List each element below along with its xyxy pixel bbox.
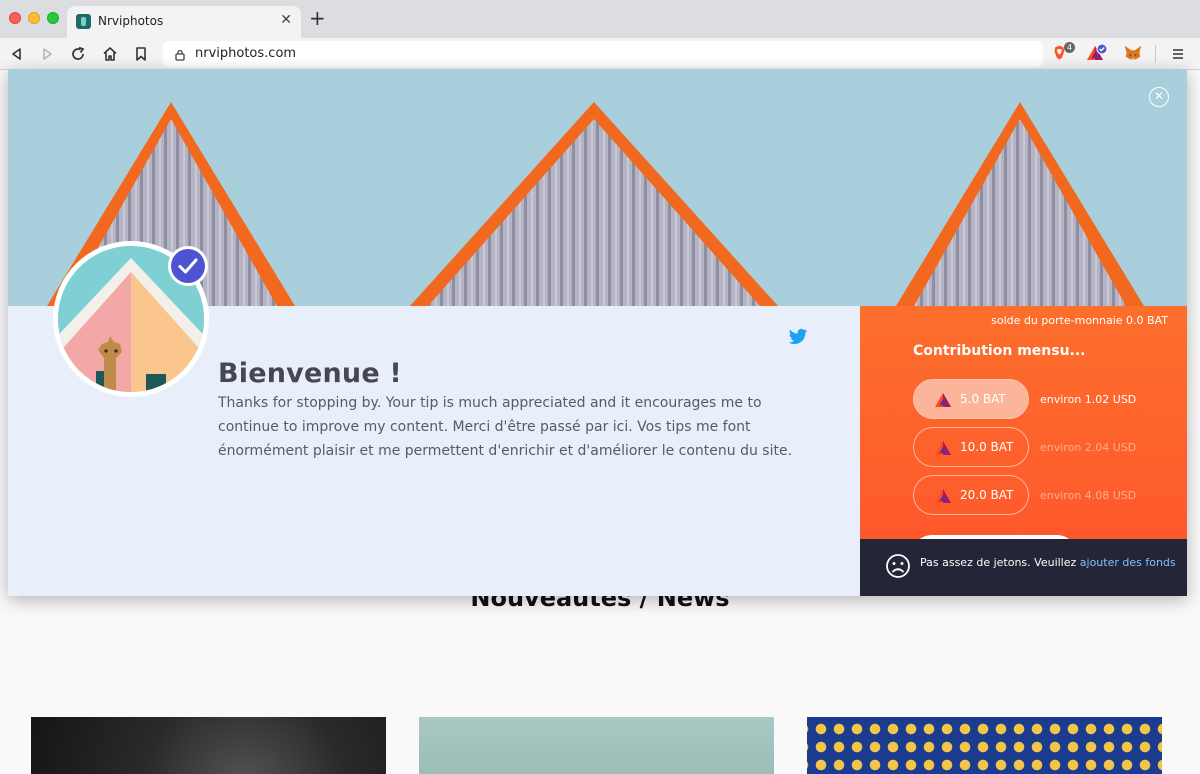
browser-toolbar: nrviphotos.com 4	[0, 38, 1200, 70]
address-bar[interactable]: nrviphotos.com	[163, 41, 1043, 67]
tip-amount-usd: environ 4.08 USD	[1040, 489, 1137, 502]
tip-amount-label: 10.0 BAT	[960, 440, 1014, 454]
monthly-contribution-title[interactable]: Contribution mensu...	[913, 343, 1086, 359]
brave-shield-count: 4	[1064, 42, 1076, 53]
bat-logo-icon	[934, 488, 952, 504]
verified-check-icon	[168, 246, 208, 286]
frown-icon	[885, 553, 911, 579]
notice-message: Pas assez de jetons. Veuillez	[920, 556, 1080, 569]
insufficient-funds-notice: Pas assez de jetons. Veuillez ajouter de…	[860, 539, 1187, 596]
tab-strip: Nrviphotos ✕ +	[0, 0, 1200, 38]
tip-amount-button[interactable]: 5.0 BAT	[913, 379, 1029, 419]
brave-rewards-icon[interactable]	[1086, 43, 1108, 65]
tab-close-icon[interactable]: ✕	[280, 12, 292, 28]
new-tab-button[interactable]: +	[309, 8, 326, 28]
window-close-button[interactable]	[9, 12, 21, 24]
creator-message: Thanks for stopping by. Your tip is much…	[218, 395, 793, 459]
tab-title: Nrviphotos	[98, 14, 164, 28]
forward-icon[interactable]	[37, 44, 57, 64]
tip-amount-button[interactable]: 20.0 BAT	[913, 475, 1029, 515]
window-zoom-button[interactable]	[47, 12, 59, 24]
bat-logo-icon	[934, 392, 952, 408]
tip-modal: ✕ Bienvenue ! Thanks for stopping by. Yo…	[8, 69, 1187, 596]
url-text: nrviphotos.com	[195, 46, 297, 61]
tip-amount-usd: environ 1.02 USD	[1040, 393, 1137, 406]
news-thumbnail[interactable]	[419, 717, 774, 774]
close-icon[interactable]: ✕	[1149, 87, 1169, 107]
site-favicon-icon	[76, 14, 91, 29]
browser-tab[interactable]: Nrviphotos ✕	[67, 6, 301, 38]
back-icon[interactable]	[7, 44, 27, 64]
twitter-icon[interactable]	[788, 328, 808, 346]
add-funds-link[interactable]: ajouter des fonds	[1080, 556, 1176, 569]
home-icon[interactable]	[100, 44, 120, 64]
wallet-balance: solde du porte-monnaie 0.0 BAT	[991, 314, 1168, 327]
bookmark-icon[interactable]	[131, 44, 151, 64]
reload-icon[interactable]	[68, 44, 88, 64]
wallet-panel: solde du porte-monnaie 0.0 BAT Contribut…	[860, 306, 1187, 596]
tip-amount-label: 20.0 BAT	[960, 488, 1014, 502]
brave-shield-icon[interactable]: 4	[1052, 42, 1076, 65]
lock-icon	[173, 47, 187, 61]
tip-amount-usd: environ 2.04 USD	[1040, 441, 1137, 454]
notice-text: Pas assez de jetons. Veuillez ajouter de…	[920, 556, 1176, 569]
metamask-fox-icon[interactable]	[1123, 43, 1145, 65]
menu-icon[interactable]	[1168, 44, 1188, 64]
welcome-title: Bienvenue !	[218, 358, 402, 389]
news-thumbnail[interactable]	[807, 717, 1162, 774]
toolbar-divider	[1155, 45, 1156, 63]
tip-amount-label: 5.0 BAT	[960, 392, 1006, 406]
window-minimize-button[interactable]	[28, 12, 40, 24]
news-thumbnail[interactable]	[31, 717, 386, 774]
tip-amount-button[interactable]: 10.0 BAT	[913, 427, 1029, 467]
bat-logo-icon	[934, 440, 952, 456]
